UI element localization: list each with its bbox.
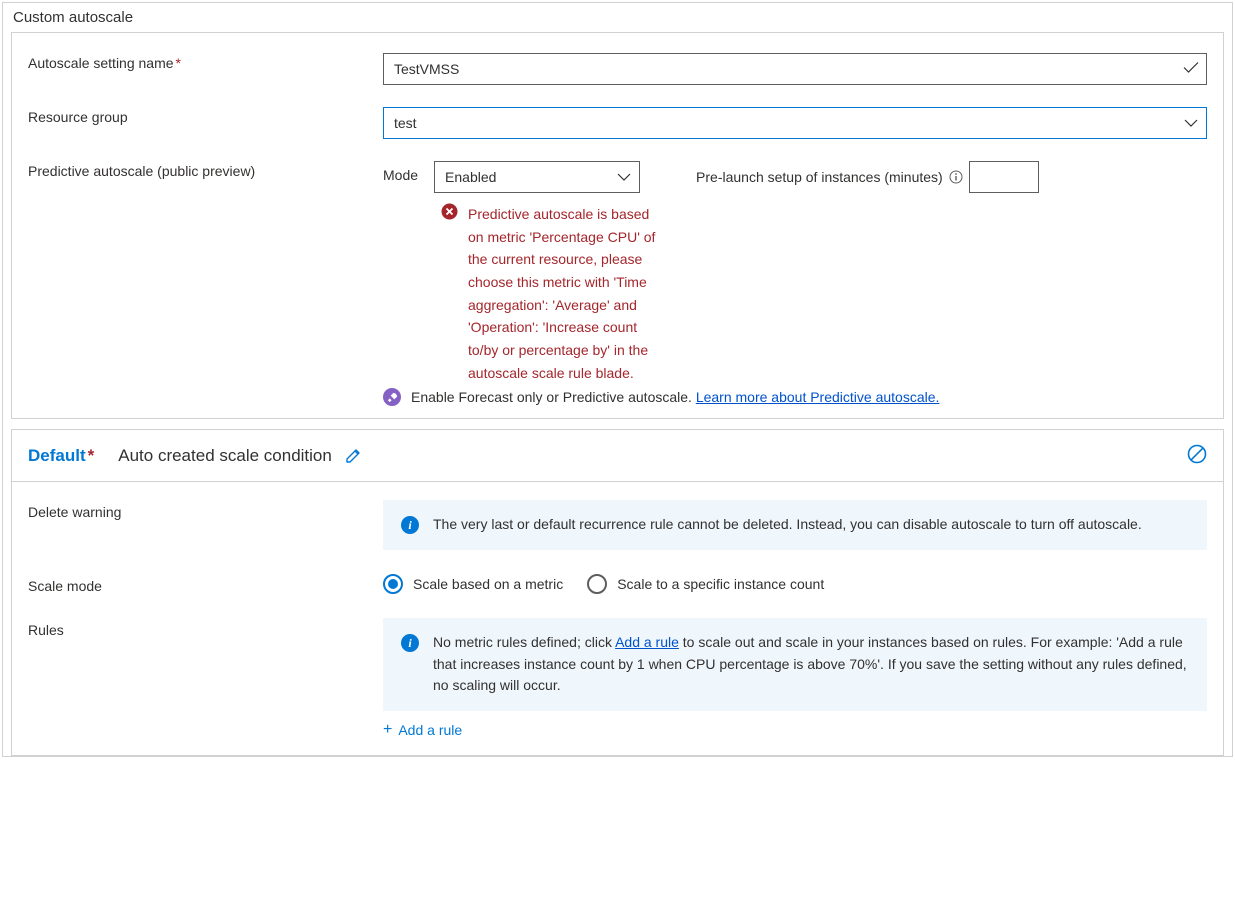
add-rule-label: Add a rule — [398, 722, 462, 738]
prelaunch-group: Pre-launch setup of instances (minutes) — [696, 161, 1039, 193]
delete-icon[interactable] — [1187, 444, 1207, 467]
rules-row: Rules i No metric rules defined; click A… — [28, 618, 1207, 745]
section-title: Custom autoscale — [3, 3, 1232, 32]
rules-info-box: i No metric rules defined; click Add a r… — [383, 618, 1207, 711]
predictive-autoscale-label: Predictive autoscale (public preview) — [28, 161, 383, 179]
condition-subtitle: Auto created scale condition — [118, 446, 332, 466]
radio-metric-label: Scale based on a metric — [413, 576, 563, 592]
radio-icon — [587, 574, 607, 594]
radio-icon — [383, 574, 403, 594]
info-icon[interactable] — [949, 170, 963, 184]
prelaunch-input[interactable] — [969, 161, 1039, 193]
scale-mode-radio-group: Scale based on a metric Scale to a speci… — [383, 574, 1207, 594]
delete-warning-row: Delete warning i The very last or defaul… — [28, 500, 1207, 550]
edit-icon[interactable] — [344, 447, 362, 465]
chevron-down-icon — [617, 169, 631, 185]
predictive-error-block: Predictive autoscale is based on metric … — [441, 203, 661, 384]
default-text: Default — [28, 446, 86, 465]
required-indicator: * — [88, 446, 95, 465]
custom-autoscale-panel: Custom autoscale Autoscale setting name*… — [2, 2, 1233, 757]
info-icon: i — [401, 516, 419, 534]
learn-more-link[interactable]: Learn more about Predictive autoscale. — [696, 389, 940, 405]
mode-row: Mode Enabled Pre-launch setup of instanc… — [383, 161, 1207, 193]
helper-text-plain: Enable Forecast only or Predictive autos… — [411, 389, 696, 405]
mode-select[interactable]: Enabled — [434, 161, 640, 193]
rules-info-1: No metric rules defined; click — [433, 634, 615, 650]
resource-group-select[interactable]: test — [383, 107, 1207, 139]
settings-panel: Autoscale setting name* Resource group t… — [11, 32, 1224, 419]
label-text: Autoscale setting name — [28, 55, 174, 71]
radio-scale-metric[interactable]: Scale based on a metric — [383, 574, 563, 594]
form-row-rg: Resource group test — [28, 107, 1207, 139]
rules-info-text: No metric rules defined; click Add a rul… — [433, 632, 1189, 697]
rocket-icon — [383, 388, 401, 406]
add-a-rule-button[interactable]: + Add a rule — [383, 715, 462, 745]
condition-default-label: Default* — [28, 446, 94, 466]
rules-label: Rules — [28, 618, 383, 638]
radio-scale-count[interactable]: Scale to a specific instance count — [587, 574, 824, 594]
scale-mode-label: Scale mode — [28, 574, 383, 594]
add-a-rule-inline-link[interactable]: Add a rule — [615, 634, 679, 650]
chevron-down-icon — [1184, 115, 1198, 131]
helper-text: Enable Forecast only or Predictive autos… — [411, 389, 939, 405]
autoscale-name-input-wrapper — [383, 53, 1207, 85]
resource-group-value: test — [394, 115, 417, 131]
mode-label: Mode — [383, 161, 418, 183]
scale-condition-panel: Default* Auto created scale condition De… — [11, 429, 1224, 756]
condition-body: Delete warning i The very last or defaul… — [12, 482, 1223, 755]
autoscale-name-input[interactable] — [383, 53, 1207, 85]
info-icon: i — [401, 634, 419, 652]
scale-mode-row: Scale mode Scale based on a metric Scale… — [28, 574, 1207, 594]
mode-value: Enabled — [445, 169, 496, 185]
form-row-predictive: Predictive autoscale (public preview) Mo… — [28, 161, 1207, 384]
radio-count-label: Scale to a specific instance count — [617, 576, 824, 592]
delete-warning-label: Delete warning — [28, 500, 383, 520]
plus-icon: + — [383, 721, 392, 739]
prelaunch-label: Pre-launch setup of instances (minutes) — [696, 169, 943, 185]
predictive-helper-row: Enable Forecast only or Predictive autos… — [383, 388, 1207, 406]
required-indicator: * — [176, 55, 181, 71]
delete-warning-text: The very last or default recurrence rule… — [433, 514, 1142, 536]
autoscale-name-label: Autoscale setting name* — [28, 53, 383, 71]
resource-group-label: Resource group — [28, 107, 383, 125]
error-icon — [441, 203, 458, 384]
form-row-name: Autoscale setting name* — [28, 53, 1207, 85]
condition-header: Default* Auto created scale condition — [12, 430, 1223, 482]
delete-warning-box: i The very last or default recurrence ru… — [383, 500, 1207, 550]
predictive-error-text: Predictive autoscale is based on metric … — [468, 203, 661, 384]
